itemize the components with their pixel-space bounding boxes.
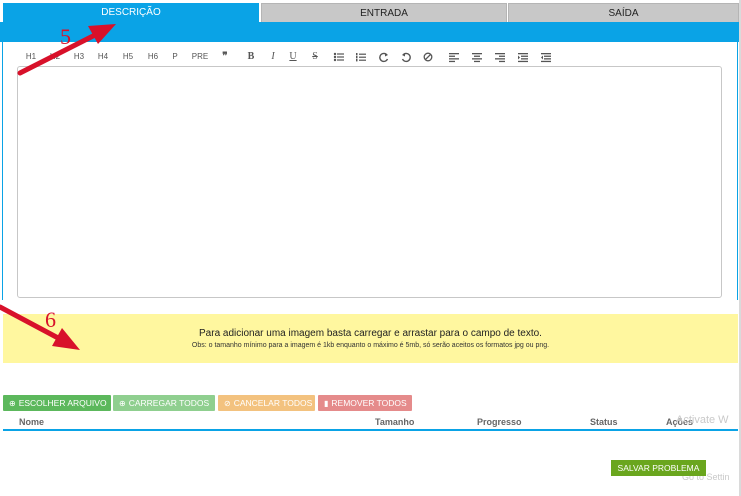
annotation-number-6: 6	[45, 307, 56, 332]
arrow-6-head	[52, 328, 80, 350]
annotation-arrows	[0, 24, 116, 350]
annotation-number-5: 5	[60, 24, 71, 49]
arrow-5-shaft	[17, 31, 100, 76]
